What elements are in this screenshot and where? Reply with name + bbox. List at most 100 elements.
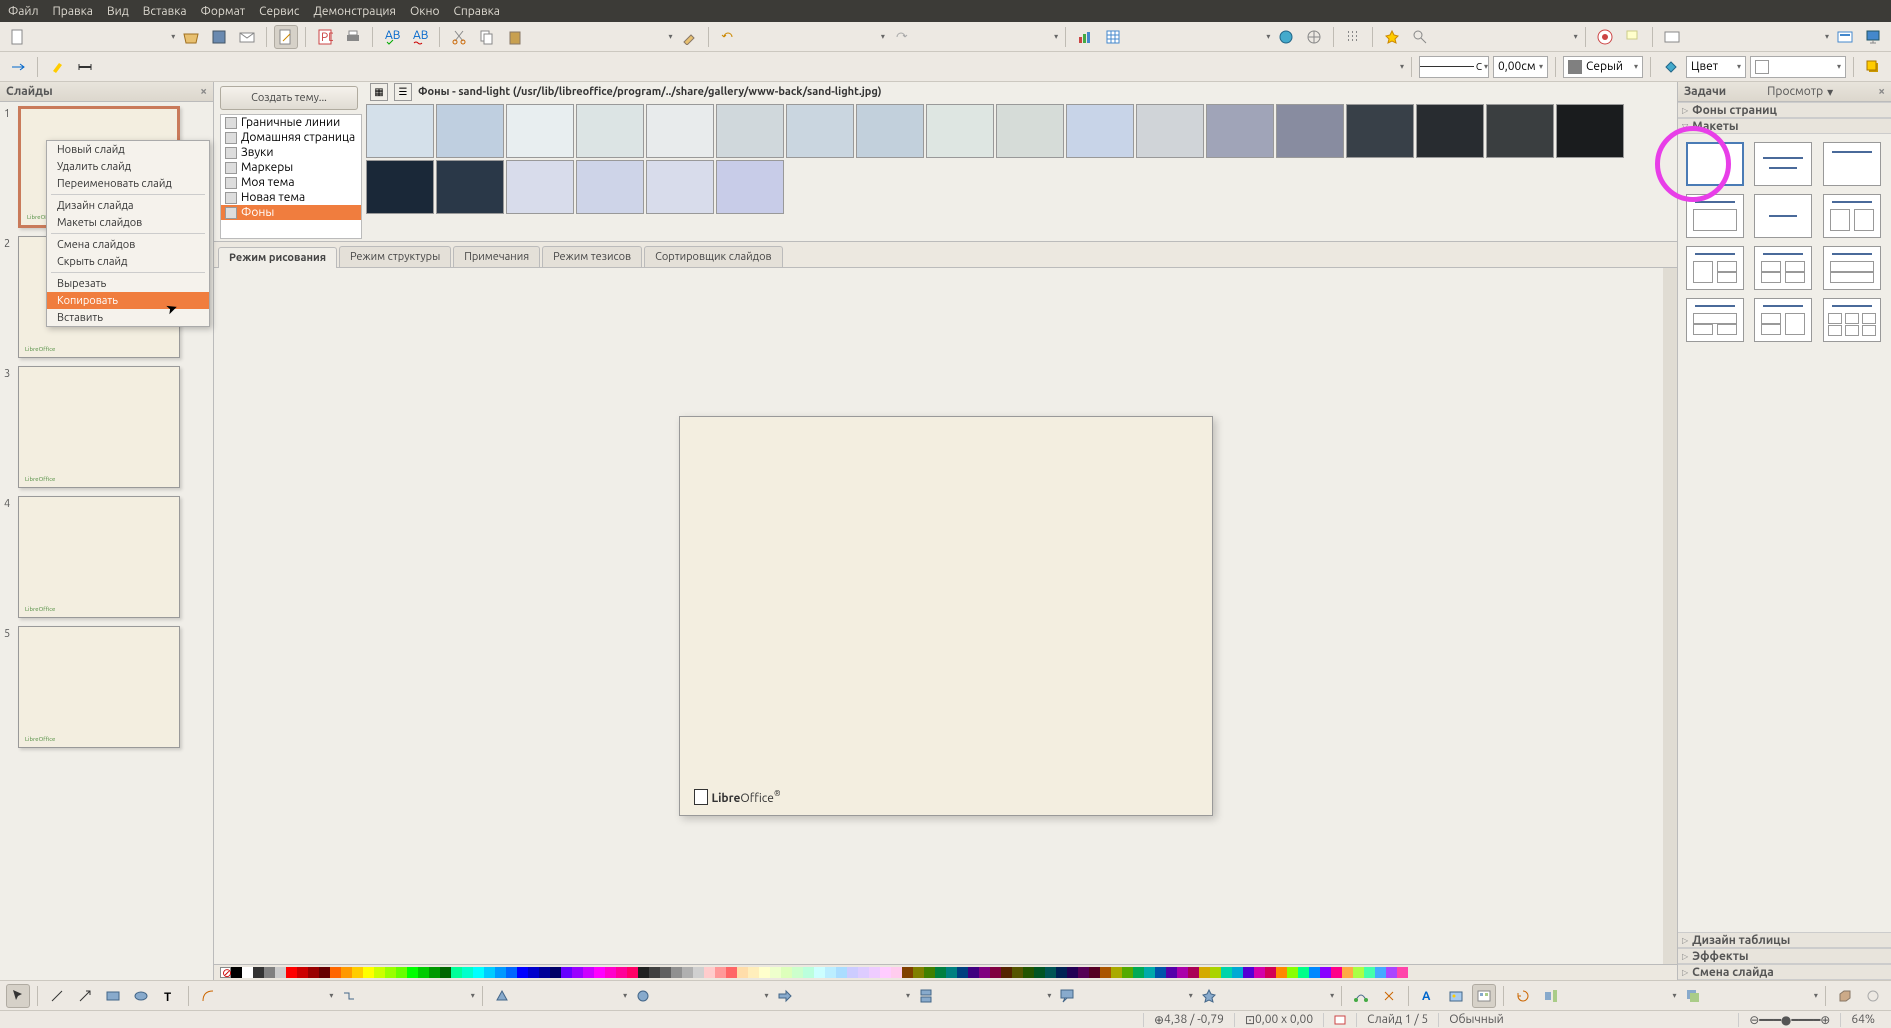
- canvas-area[interactable]: LibreOffice®: [214, 268, 1677, 964]
- color-swatch[interactable]: [253, 967, 264, 978]
- shadow-icon[interactable]: [1861, 55, 1885, 79]
- texture-swatch[interactable]: [786, 104, 854, 158]
- curve-tool-icon[interactable]: [196, 984, 220, 1008]
- slide-thumb-5[interactable]: 5 LibreOffice: [4, 626, 209, 748]
- star-icon[interactable]: [1380, 25, 1404, 49]
- color-swatch[interactable]: [418, 967, 429, 978]
- color-swatch[interactable]: [1012, 967, 1023, 978]
- color-swatch[interactable]: [473, 967, 484, 978]
- texture-swatch[interactable]: [646, 104, 714, 158]
- context-menu-item[interactable]: Макеты слайдов: [47, 214, 209, 231]
- texture-swatch[interactable]: [1066, 104, 1134, 158]
- texture-swatch[interactable]: [436, 104, 504, 158]
- points-icon[interactable]: [1349, 984, 1373, 1008]
- texture-swatch[interactable]: [1206, 104, 1274, 158]
- color-swatch[interactable]: [1386, 967, 1397, 978]
- context-menu-item[interactable]: Скрыть слайд: [47, 253, 209, 270]
- line-color-select[interactable]: Серый ▾: [1563, 56, 1643, 78]
- from-file-icon[interactable]: [1444, 984, 1468, 1008]
- whats-this-icon[interactable]: [1621, 25, 1645, 49]
- undo-icon[interactable]: [716, 25, 740, 49]
- color-swatch[interactable]: [682, 967, 693, 978]
- color-swatch[interactable]: [330, 967, 341, 978]
- color-swatch[interactable]: [1375, 967, 1386, 978]
- theme-item[interactable]: Моя тема: [221, 175, 361, 190]
- texture-swatch[interactable]: [646, 160, 714, 214]
- menu-insert[interactable]: Вставка: [143, 5, 187, 18]
- texture-swatch[interactable]: [1556, 104, 1624, 158]
- context-menu-item[interactable]: Новый слайд: [47, 141, 209, 158]
- color-swatch[interactable]: [429, 967, 440, 978]
- edit-file-icon[interactable]: [274, 25, 298, 49]
- navigator-icon[interactable]: [1302, 25, 1326, 49]
- color-swatch[interactable]: [1364, 967, 1375, 978]
- color-swatch[interactable]: [935, 967, 946, 978]
- texture-swatch[interactable]: [856, 104, 924, 158]
- color-swatch[interactable]: [1166, 967, 1177, 978]
- tab-handout[interactable]: Режим тезисов: [542, 246, 642, 267]
- color-swatch[interactable]: [858, 967, 869, 978]
- color-swatch[interactable]: [242, 967, 253, 978]
- slide-design-icon[interactable]: [1660, 25, 1684, 49]
- color-swatch[interactable]: [704, 967, 715, 978]
- text-tool-icon[interactable]: T: [157, 984, 181, 1008]
- table-icon[interactable]: [1101, 25, 1125, 49]
- color-swatch[interactable]: [1353, 967, 1364, 978]
- fill-color-select[interactable]: ▾: [1750, 56, 1846, 78]
- color-swatch[interactable]: [484, 967, 495, 978]
- status-zoom[interactable]: 64%: [1840, 1013, 1885, 1027]
- close-icon[interactable]: ×: [200, 85, 207, 98]
- color-swatch[interactable]: [1122, 967, 1133, 978]
- tab-outline[interactable]: Режим структуры: [339, 246, 451, 267]
- color-swatch[interactable]: [583, 967, 594, 978]
- texture-swatch[interactable]: [1416, 104, 1484, 158]
- theme-item-selected[interactable]: Фоны: [221, 205, 361, 220]
- align-icon[interactable]: [1539, 984, 1563, 1008]
- menu-edit[interactable]: Правка: [53, 5, 93, 18]
- color-swatch[interactable]: [462, 967, 473, 978]
- rect-tool-icon[interactable]: [101, 984, 125, 1008]
- color-swatch[interactable]: [528, 967, 539, 978]
- paste-icon[interactable]: [503, 25, 527, 49]
- tab-sorter[interactable]: Сортировщик слайдов: [644, 246, 783, 267]
- color-swatch[interactable]: [814, 967, 825, 978]
- color-swatch[interactable]: [869, 967, 880, 978]
- layout-three-top[interactable]: [1686, 298, 1744, 342]
- menu-window[interactable]: Окно: [410, 5, 440, 18]
- texture-swatch[interactable]: [576, 160, 644, 214]
- color-swatch[interactable]: [1320, 967, 1331, 978]
- chart-icon[interactable]: [1073, 25, 1097, 49]
- highlighter-icon[interactable]: [45, 55, 69, 79]
- color-swatch[interactable]: [825, 967, 836, 978]
- select-tool-icon[interactable]: [6, 984, 30, 1008]
- color-swatch[interactable]: [1199, 967, 1210, 978]
- menu-format[interactable]: Формат: [201, 5, 246, 18]
- color-swatch[interactable]: [231, 967, 242, 978]
- texture-swatch[interactable]: [996, 104, 1064, 158]
- theme-item[interactable]: Граничные линии: [221, 115, 361, 130]
- slide-thumb-3[interactable]: 3 LibreOffice: [4, 366, 209, 488]
- layout-title-content[interactable]: [1686, 194, 1744, 238]
- color-swatch[interactable]: [737, 967, 748, 978]
- presentation-icon[interactable]: [1861, 25, 1885, 49]
- context-menu-item[interactable]: Смена слайдов: [47, 236, 209, 253]
- close-icon[interactable]: ×: [1878, 85, 1885, 98]
- section-table-design[interactable]: ▷Дизайн таблицы: [1678, 932, 1891, 948]
- color-swatch[interactable]: [979, 967, 990, 978]
- theme-item[interactable]: Новая тема: [221, 190, 361, 205]
- menu-file[interactable]: Файл: [8, 5, 39, 18]
- fill-type-select[interactable]: Цвет ▾: [1686, 56, 1746, 78]
- color-swatch[interactable]: [561, 967, 572, 978]
- color-swatch[interactable]: [1243, 967, 1254, 978]
- color-swatch[interactable]: [1298, 967, 1309, 978]
- layout-title[interactable]: [1754, 142, 1812, 186]
- block-arrows-icon[interactable]: [773, 984, 797, 1008]
- color-swatch[interactable]: [308, 967, 319, 978]
- section-effects[interactable]: ▷Эффекты: [1678, 948, 1891, 964]
- color-swatch[interactable]: [693, 967, 704, 978]
- menu-view[interactable]: Вид: [107, 5, 129, 18]
- texture-swatch[interactable]: [366, 104, 434, 158]
- color-swatch[interactable]: [1331, 967, 1342, 978]
- color-swatch[interactable]: [715, 967, 726, 978]
- basic-shapes-icon[interactable]: [490, 984, 514, 1008]
